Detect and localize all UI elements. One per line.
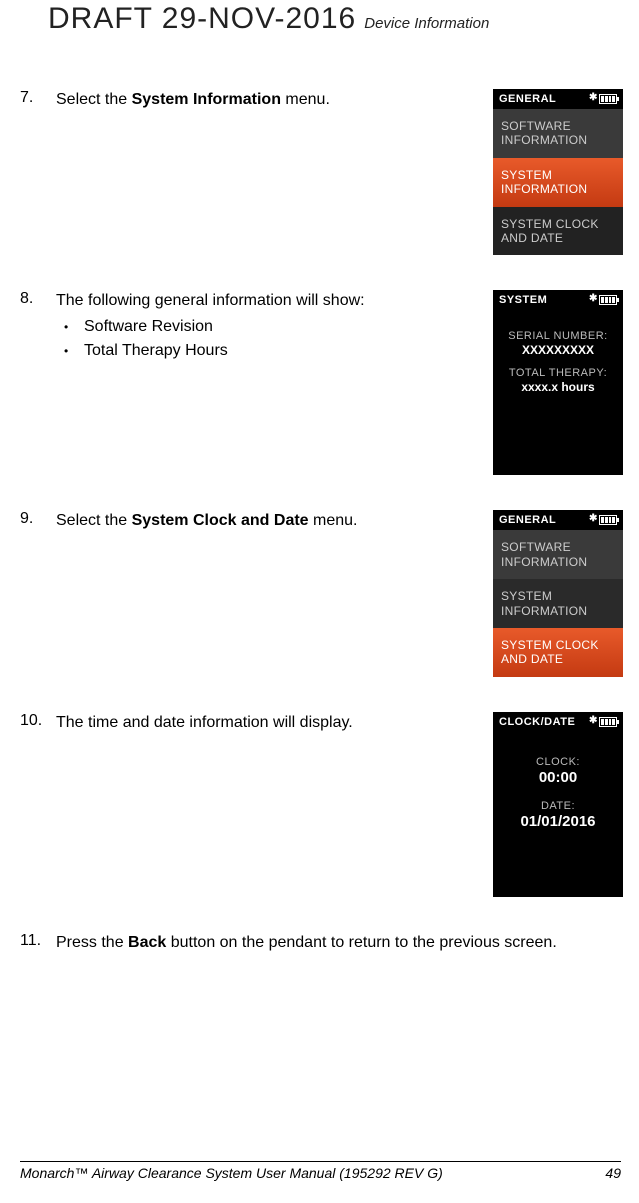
step-11: 11. Press the Back button on the pendant… (20, 932, 623, 954)
screenshot-system-info: SYSTEM SERIAL NUMBER: XXXXXXXXX TOTAL TH… (493, 290, 623, 475)
value-date: 01/01/2016 (501, 813, 615, 830)
value-serial: XXXXXXXXX (501, 343, 615, 357)
text-bold: System Information (132, 91, 281, 108)
screen-title: GENERAL (499, 93, 556, 105)
step-text: The following general information will s… (56, 290, 481, 363)
text-post: button on the pendant to return to the p… (166, 934, 556, 951)
screenshot-general-sysinfo: GENERAL SOFTWARE INFORMATION SYSTEM INFO… (493, 89, 623, 255)
step-number: 11. (20, 932, 44, 950)
screenshot-clock-date: CLOCK/DATE CLOCK: 00:00 DATE: 01/01/2016 (493, 712, 623, 897)
footer-page-number: 49 (605, 1165, 621, 1181)
text-pre: Select the (56, 512, 132, 529)
step-main-text: The following general information will s… (56, 292, 365, 309)
text-pre: Select the (56, 91, 132, 108)
screen-header: SYSTEM (493, 290, 623, 310)
screen-header: GENERAL (493, 89, 623, 109)
screen-title: CLOCK/DATE (499, 716, 575, 728)
menu-item-software-info: SOFTWARE INFORMATION (493, 530, 623, 579)
step-number: 10. (20, 712, 44, 730)
text-bold: System Clock and Date (132, 512, 309, 529)
screen-title: SYSTEM (499, 294, 547, 306)
menu-item-clock-date: SYSTEM CLOCK AND DATE (493, 207, 623, 256)
text-pre: Press the (56, 934, 128, 951)
page-header: DRAFT 29-NOV-2016 Device Information (0, 0, 639, 44)
footer-manual-title: Monarch™ Airway Clearance System User Ma… (20, 1165, 443, 1181)
step-number: 8. (20, 290, 44, 308)
step-7: 7. Select the System Information menu. G… (20, 89, 623, 255)
bluetooth-icon (589, 716, 596, 728)
bullet-software-revision: Software Revision (56, 315, 471, 339)
page-content: 7. Select the System Information menu. G… (0, 44, 639, 954)
step-main-text: The time and date information will displ… (56, 714, 353, 731)
step-10: 10. The time and date information will d… (20, 712, 623, 897)
draft-stamp: DRAFT 29-NOV-2016 (48, 2, 356, 36)
text-post: menu. (309, 512, 358, 529)
status-icons (589, 716, 617, 728)
battery-icon (599, 717, 617, 727)
menu-item-clock-date-selected: SYSTEM CLOCK AND DATE (493, 628, 623, 677)
value-total-therapy: xxxx.x hours (501, 380, 615, 394)
bullet-total-therapy: Total Therapy Hours (56, 339, 471, 363)
bluetooth-icon (589, 514, 596, 526)
status-icons (589, 93, 617, 105)
bullet-list: Software Revision Total Therapy Hours (56, 315, 471, 364)
status-icons (589, 514, 617, 526)
step-text: The time and date information will displ… (56, 712, 481, 734)
step-text: Select the System Information menu. (56, 89, 481, 111)
step-number: 9. (20, 510, 44, 528)
section-title: Device Information (364, 15, 489, 32)
screenshot-general-clock: GENERAL SOFTWARE INFORMATION SYSTEM INFO… (493, 510, 623, 676)
screen-title: GENERAL (499, 514, 556, 526)
status-icons (589, 294, 617, 306)
bluetooth-icon (589, 294, 596, 306)
battery-icon (599, 295, 617, 305)
value-clock: 00:00 (501, 769, 615, 786)
menu-item-system-info-selected: SYSTEM INFORMATION (493, 158, 623, 207)
menu-item-system-info: SYSTEM INFORMATION (493, 579, 623, 628)
battery-icon (599, 94, 617, 104)
menu-item-software-info: SOFTWARE INFORMATION (493, 109, 623, 158)
label-clock: CLOCK: (501, 756, 615, 768)
step-text: Select the System Clock and Date menu. (56, 510, 481, 532)
battery-icon (599, 515, 617, 525)
page-footer: Monarch™ Airway Clearance System User Ma… (20, 1161, 621, 1181)
step-number: 7. (20, 89, 44, 107)
bluetooth-icon (589, 93, 596, 105)
screen-header: CLOCK/DATE (493, 712, 623, 732)
step-9: 9. Select the System Clock and Date menu… (20, 510, 623, 676)
label-date: DATE: (501, 800, 615, 812)
step-text: Press the Back button on the pendant to … (56, 932, 623, 954)
step-8: 8. The following general information wil… (20, 290, 623, 475)
label-total-therapy: TOTAL THERAPY: (501, 367, 615, 379)
screen-header: GENERAL (493, 510, 623, 530)
text-post: menu. (281, 91, 330, 108)
label-serial: SERIAL NUMBER: (501, 330, 615, 342)
text-bold: Back (128, 934, 166, 951)
